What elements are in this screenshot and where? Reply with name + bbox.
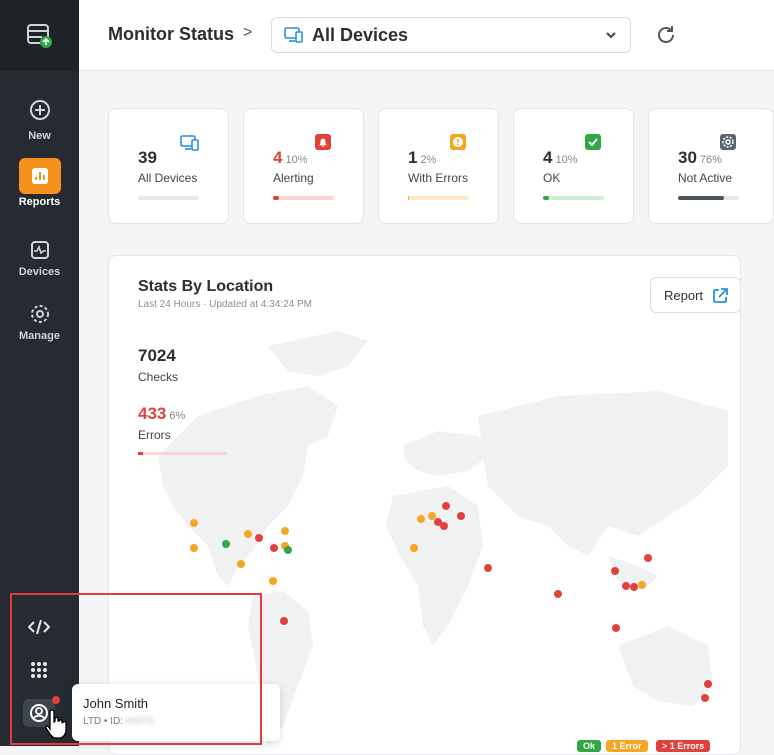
- card-progress: [408, 196, 469, 200]
- checks-value: 7024: [138, 346, 176, 365]
- card-label: All Devices: [138, 171, 198, 185]
- errors-label: Errors: [138, 428, 171, 442]
- card-progress: [543, 196, 604, 200]
- panel-subtitle: Last 24 Hours · Updated at 4:34:24 PM: [138, 299, 312, 310]
- card-value: 1: [408, 148, 418, 167]
- status-card-errors[interactable]: 1 2% With Errors: [378, 108, 499, 224]
- legend-multi-errors: > 1 Errors: [656, 740, 711, 752]
- card-value: 39: [138, 148, 157, 167]
- chevron-down-icon: [606, 32, 616, 39]
- check-icon: [585, 134, 601, 150]
- logo-icon: [26, 23, 52, 48]
- card-value: 30: [678, 148, 697, 167]
- app-logo[interactable]: [0, 0, 79, 71]
- card-label: OK: [543, 171, 561, 185]
- sidebar-item-label: Devices: [18, 266, 61, 278]
- status-card-alerting[interactable]: 4 10% Alerting: [243, 108, 364, 224]
- legend-ok: Ok: [577, 740, 602, 752]
- panel-title: Stats By Location: [138, 278, 274, 295]
- chart-icon: [18, 158, 61, 194]
- gear-icon: [19, 300, 61, 328]
- status-card-not-active[interactable]: 30 76% Not Active: [648, 108, 774, 224]
- device-select-value: All Devices: [312, 24, 409, 45]
- status-card-ok[interactable]: 4 10% OK: [513, 108, 634, 224]
- top-bar: Monitor Status > All Devices: [79, 0, 774, 71]
- refresh-button[interactable]: [655, 24, 677, 51]
- device-select[interactable]: All Devices: [271, 17, 631, 53]
- gear-icon: [720, 134, 736, 150]
- card-progress: [273, 196, 334, 200]
- devices-icon: [284, 27, 303, 43]
- card-percent: 2%: [420, 154, 437, 166]
- devices-icon: [180, 135, 199, 151]
- plus-circle-icon: [19, 92, 61, 128]
- sidebar-item-label: Reports: [18, 196, 61, 208]
- breadcrumb-separator: >: [243, 24, 253, 41]
- status-card-all[interactable]: 39 All Devices: [108, 108, 229, 224]
- report-button[interactable]: Report: [650, 277, 740, 313]
- external-link-icon: [713, 288, 728, 303]
- card-value: 4: [543, 148, 553, 167]
- card-progress: [138, 196, 199, 200]
- errors-value: 433: [138, 404, 167, 423]
- report-button-label: Report: [664, 287, 704, 303]
- errors-percent: 6%: [169, 410, 186, 422]
- sidebar-item-new[interactable]: New: [0, 92, 79, 142]
- sidebar-item-reports[interactable]: Reports: [0, 158, 79, 208]
- card-label: With Errors: [408, 171, 468, 185]
- card-label: Alerting: [273, 171, 314, 185]
- card-progress: [678, 196, 739, 200]
- bell-icon: [315, 134, 331, 150]
- card-percent: 10%: [555, 154, 578, 166]
- refresh-icon: [658, 26, 674, 43]
- sidebar-item-label: New: [28, 130, 51, 142]
- checks-label: Checks: [138, 370, 179, 384]
- sidebar-item-label: Manage: [19, 330, 60, 342]
- page-title: Monitor Status: [108, 24, 234, 44]
- legend-one-error: 1 Error: [606, 740, 648, 752]
- sidebar-item-devices[interactable]: Devices: [0, 236, 79, 278]
- card-percent: 76%: [699, 154, 722, 166]
- warning-icon: [450, 134, 466, 150]
- devices-icon: [19, 236, 61, 264]
- sidebar-item-manage[interactable]: Manage: [0, 300, 79, 342]
- card-percent: 10%: [285, 154, 308, 166]
- card-label: Not Active: [678, 171, 733, 185]
- highlight-box: [10, 593, 262, 745]
- card-value: 4: [273, 148, 283, 167]
- errors-progress: [138, 452, 227, 455]
